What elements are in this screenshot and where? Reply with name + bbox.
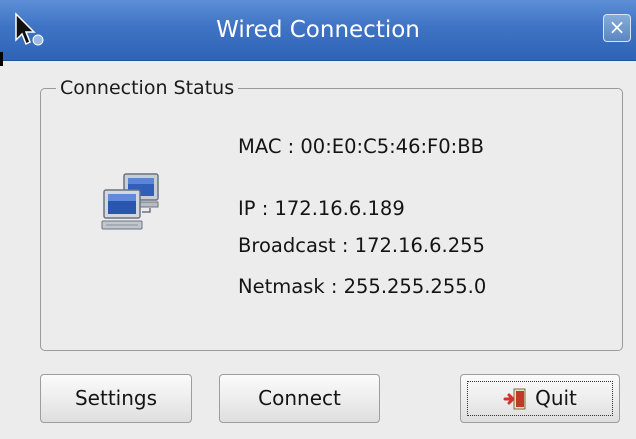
group-legend: Connection Status <box>56 75 239 101</box>
wired-connection-window: Wired Connection × Connection Status MAC… <box>0 0 636 439</box>
quit-button[interactable]: Quit <box>460 374 620 423</box>
broadcast-address-text: Broadcast : 172.16.6.255 <box>238 234 485 257</box>
window-title: Wired Connection <box>216 17 420 43</box>
exit-door-icon <box>503 388 526 409</box>
connect-button-label: Connect <box>258 386 341 410</box>
mac-address-text: MAC : 00:E0:C5:46:F0:BB <box>238 135 485 158</box>
close-button[interactable]: × <box>603 14 631 42</box>
close-icon: × <box>608 15 626 39</box>
settings-button[interactable]: Settings <box>40 374 192 423</box>
network-computers-icon <box>101 173 159 230</box>
connect-button[interactable]: Connect <box>219 374 380 423</box>
quit-button-label: Quit <box>535 386 577 410</box>
ip-address-text: IP : 172.16.6.189 <box>238 197 405 220</box>
edge-marker <box>0 52 3 66</box>
settings-button-label: Settings <box>74 386 158 410</box>
title-bar[interactable]: Wired Connection × <box>0 0 636 61</box>
netmask-text: Netmask : 255.255.255.0 <box>238 275 487 298</box>
